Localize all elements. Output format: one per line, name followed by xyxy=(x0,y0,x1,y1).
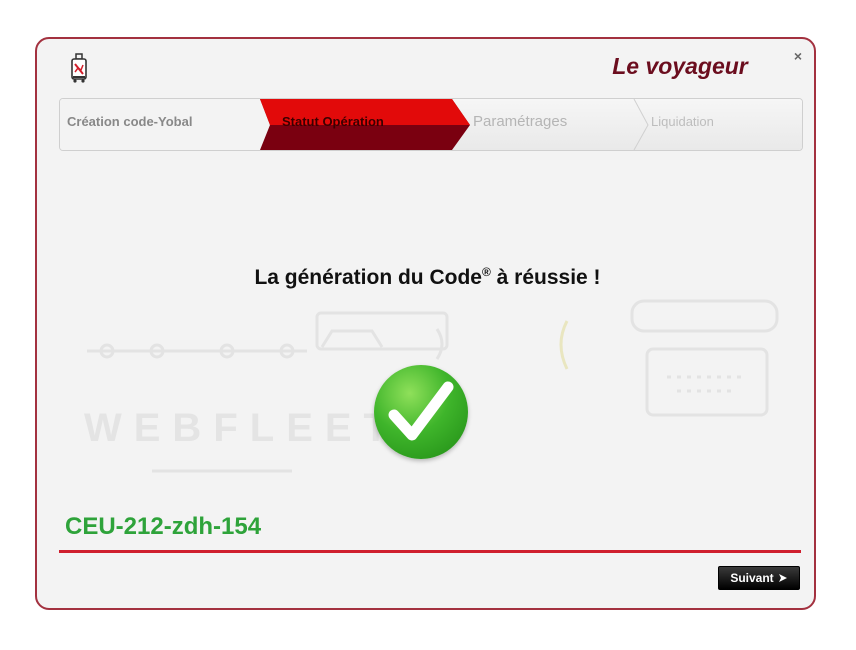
watermark-graphic xyxy=(87,299,779,473)
arrow-right-icon xyxy=(778,574,787,582)
step-parametrages[interactable]: Paramétrages xyxy=(473,113,567,130)
step-liquidation[interactable]: Liquidation xyxy=(651,114,714,129)
success-message: La génération du Code® à réussie ! xyxy=(37,265,814,290)
wizard-steps: Création code-Yobal Statut Opération Par… xyxy=(59,98,803,151)
app-title: Le voyageur xyxy=(612,53,748,79)
next-button-label: Suivant xyxy=(730,571,774,585)
divider xyxy=(59,550,801,553)
success-message-suffix: à réussie ! xyxy=(490,266,601,289)
generated-code: CEU-212-zdh-154 xyxy=(65,513,262,540)
step-creation-code[interactable]: Création code-Yobal xyxy=(67,114,192,129)
next-button[interactable]: Suivant xyxy=(718,566,800,590)
luggage-icon xyxy=(71,53,87,83)
success-check-icon xyxy=(374,365,468,459)
watermark-text: WEBFLEET xyxy=(84,406,400,450)
registered-mark: ® xyxy=(481,265,491,279)
wizard-dialog: × Le voyageur Création code-Yobal Statut… xyxy=(35,37,816,610)
step-statut-operation[interactable]: Statut Opération xyxy=(282,114,384,129)
close-icon[interactable]: × xyxy=(794,49,802,63)
success-message-text: La génération du Code xyxy=(254,266,482,289)
